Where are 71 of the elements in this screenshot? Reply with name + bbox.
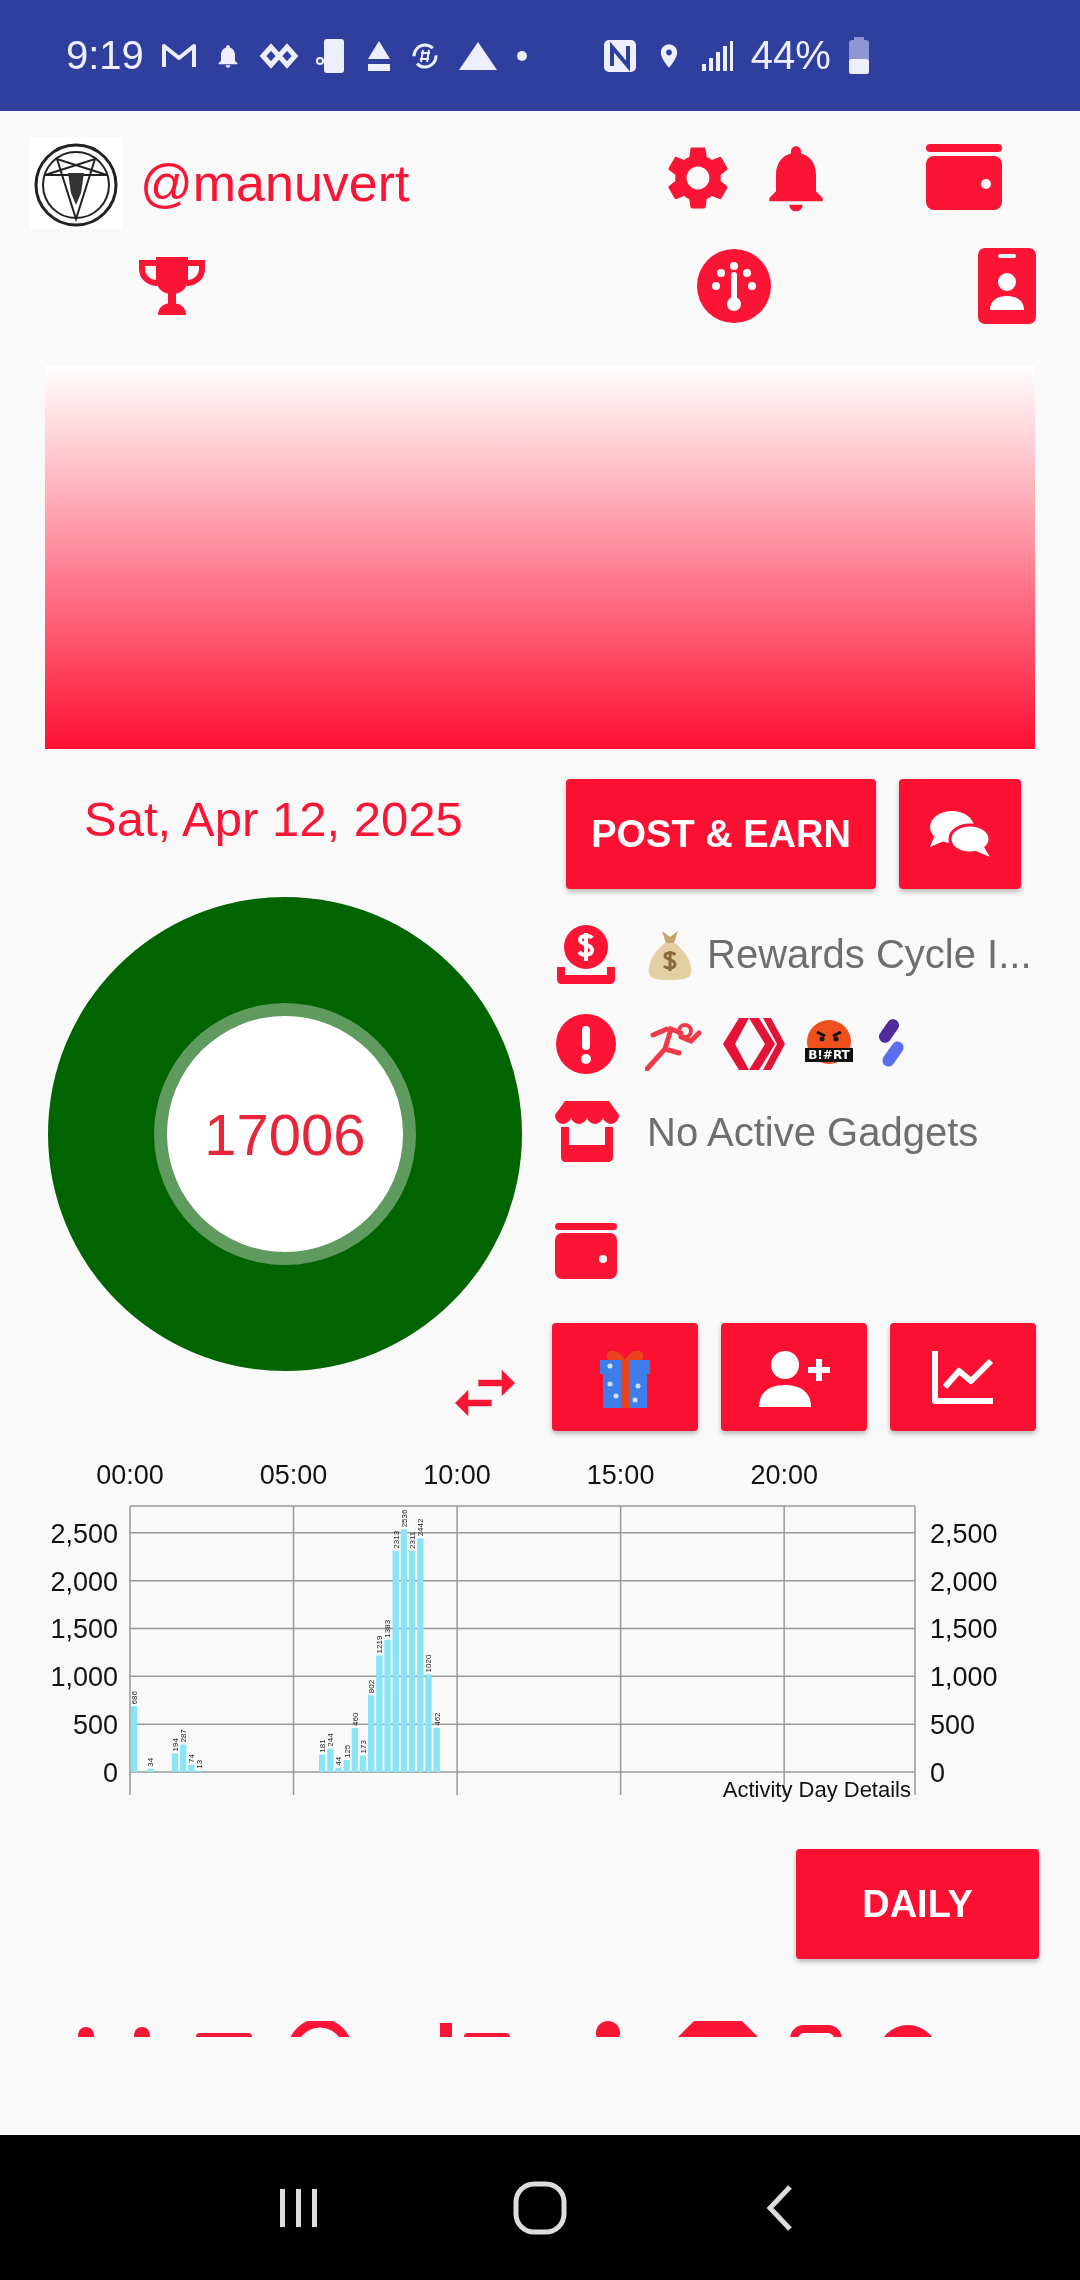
chain-icon [258, 41, 299, 70]
bar-value: 181 [318, 1739, 328, 1753]
gadgets-text: No Active Gadgets [647, 1109, 979, 1155]
trophy-icon[interactable] [138, 255, 206, 317]
y-axis-label: 1,500 [50, 1614, 118, 1645]
wallet-icon[interactable] [555, 1223, 617, 1279]
battery-icon [847, 36, 870, 75]
mail-icon [160, 41, 197, 70]
stats-button[interactable] [890, 1323, 1036, 1431]
y-axis-label: 1,000 [50, 1662, 118, 1693]
bar-value: 287 [179, 1729, 189, 1743]
bar-value: 173 [358, 1740, 368, 1754]
y-axis-label: 500 [72, 1710, 118, 1741]
chat-icon [928, 809, 992, 859]
y-axis-label: 500 [930, 1710, 976, 1741]
store-icon[interactable] [555, 1101, 619, 1163]
add-friend-button[interactable] [721, 1323, 867, 1431]
bar-value: 2313 [391, 1530, 401, 1549]
step-count: 17006 [204, 1100, 366, 1168]
x-axis-label: 05:00 [259, 1460, 328, 1490]
y-axis-label: 1,500 [930, 1614, 998, 1645]
rewards-text: Rewards Cycle I... [707, 931, 1032, 977]
coin-icon[interactable] [555, 923, 617, 985]
battery-percent: 44% [750, 33, 831, 78]
chart-title: Activity Day Details [722, 1777, 911, 1802]
y-axis-label: 2,500 [930, 1518, 998, 1549]
bar-value: 686 [129, 1691, 139, 1705]
bar-value: 125 [342, 1744, 352, 1759]
daily-button[interactable]: DAILY [796, 1849, 1039, 1959]
bar [147, 1768, 154, 1772]
signal-icon [699, 39, 734, 72]
bar-value: 44 [334, 1756, 344, 1766]
dot-icon [515, 49, 528, 62]
home-icon[interactable] [512, 2179, 568, 2236]
username: @manuvert [140, 153, 411, 213]
date-label: Sat, Apr 12, 2025 [84, 791, 463, 847]
alert-icon[interactable] [555, 1013, 617, 1075]
y-axis-label: 2,000 [930, 1566, 998, 1597]
y-axis-label: 2,000 [50, 1566, 118, 1597]
bar-value: 13 [195, 1759, 205, 1769]
bar-value: 34 [146, 1757, 156, 1767]
wallet-icon[interactable] [926, 144, 1002, 210]
post-earn-button[interactable]: POST & EARN [566, 779, 876, 889]
bar-value: 462 [432, 1712, 442, 1726]
dashboard-icon[interactable] [696, 248, 772, 324]
bar-value: 2442 [416, 1518, 426, 1537]
bar-value: 1219 [375, 1635, 385, 1654]
bar-value: 1383 [383, 1619, 393, 1638]
bar-value: 194 [170, 1738, 180, 1752]
avatar-icon[interactable] [30, 137, 122, 229]
y-axis-label: 0 [102, 1758, 118, 1788]
line-chart-icon [931, 1349, 995, 1405]
bar-value: 2311 [408, 1531, 417, 1549]
bar-value: 74 [187, 1754, 197, 1763]
x-axis-label: 00:00 [96, 1460, 164, 1490]
bar-value: 2536 [399, 1509, 409, 1528]
bar [130, 1706, 138, 1772]
x-axis-label: 10:00 [423, 1460, 491, 1490]
clock: 9:19 [66, 33, 144, 78]
nfc-icon [601, 37, 638, 74]
x-axis-label: 15:00 [586, 1460, 655, 1490]
bar-value: 802 [367, 1679, 377, 1694]
y-axis-label: 2,500 [50, 1518, 118, 1549]
bar-value: 244 [326, 1733, 336, 1747]
chat-button[interactable] [899, 779, 1021, 889]
x-axis-label: 20:00 [750, 1460, 818, 1490]
bar-value: 460 [350, 1712, 360, 1726]
y-axis-label: 1,000 [930, 1662, 998, 1693]
id-badge-icon[interactable] [978, 248, 1036, 324]
y-axis-label: 0 [930, 1758, 946, 1788]
bar-value: 1020 [424, 1654, 434, 1673]
